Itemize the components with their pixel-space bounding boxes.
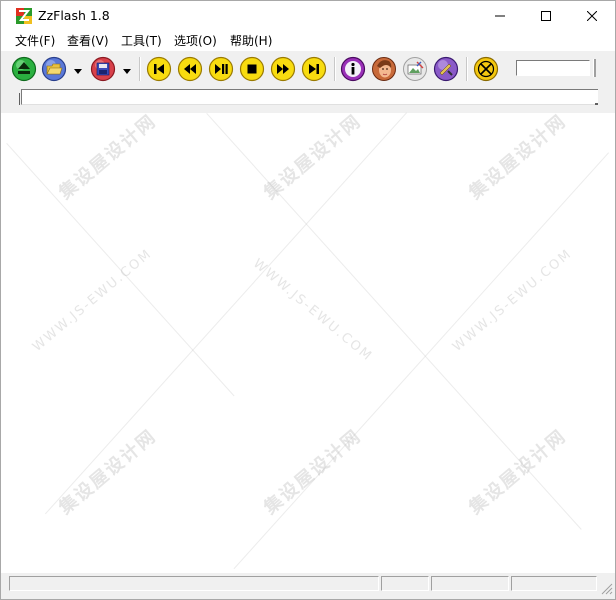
watermark-line [233, 152, 610, 570]
stop-button[interactable] [239, 56, 265, 82]
toolbar-separator [334, 57, 336, 81]
minimize-button[interactable] [477, 1, 523, 31]
save-dropdown-arrow[interactable] [122, 64, 132, 74]
watermark-text: 集设屋设计网 [465, 425, 571, 519]
maximize-button[interactable] [523, 1, 569, 31]
watermark-text: 集设屋设计网 [465, 110, 571, 204]
menu-tools[interactable]: 工具(T) [121, 33, 162, 49]
stop-icon [239, 56, 265, 82]
info-icon [340, 56, 366, 82]
skin-button[interactable] [371, 56, 397, 82]
next-track-icon [301, 56, 327, 82]
info-button[interactable] [340, 56, 366, 82]
volume-slider-end [593, 59, 596, 77]
app-window: ZzFlash 1.8 文件(F) 查看(V) 工具(T) 选项(O) 帮助(H… [0, 0, 616, 600]
watermark-text: 集设屋设计网 [260, 110, 366, 204]
minimize-icon [495, 15, 505, 17]
close-button[interactable] [569, 1, 615, 31]
watermark-url: WWW.JS-EWU.COM [249, 256, 376, 365]
capture-button[interactable] [402, 56, 428, 82]
toolbar [1, 51, 615, 87]
eject-icon [11, 56, 37, 82]
tools-button[interactable] [433, 56, 459, 82]
eject-button[interactable] [11, 56, 37, 82]
status-pane-3 [431, 576, 509, 591]
toolbar-separator [139, 57, 141, 81]
watermark-text: 集设屋设计网 [260, 425, 366, 519]
zzflash-app-icon [16, 8, 32, 24]
menu-bar: 文件(F) 查看(V) 工具(T) 选项(O) 帮助(H) [1, 31, 615, 51]
fast-forward-button[interactable] [270, 56, 296, 82]
menu-help[interactable]: 帮助(H) [230, 33, 272, 49]
status-pane-2 [381, 576, 429, 591]
previous-track-icon [146, 56, 172, 82]
previous-button[interactable] [146, 56, 172, 82]
capture-icon [403, 57, 427, 81]
seek-bar[interactable] [21, 89, 598, 105]
watermark-url: WWW.JS-EWU.COM [449, 246, 576, 355]
play-pause-button[interactable] [208, 56, 234, 82]
open-dropdown-arrow[interactable] [73, 64, 83, 74]
status-pane-4 [511, 576, 597, 591]
open-button[interactable] [41, 56, 67, 82]
menu-options[interactable]: 选项(O) [174, 33, 217, 49]
seek-bar-row [1, 87, 615, 113]
play-pause-icon [208, 56, 234, 82]
chevron-down-icon [74, 69, 82, 74]
menu-view[interactable]: 查看(V) [67, 33, 109, 49]
resize-grip-icon[interactable] [599, 581, 613, 595]
toolbar-separator [466, 57, 468, 81]
tools-icon [433, 56, 459, 82]
save-disk-icon [90, 56, 116, 82]
save-button[interactable] [90, 56, 116, 82]
watermark-text: 集设屋设计网 [55, 110, 161, 204]
watermark-text: 集设屋设计网 [55, 425, 161, 519]
seek-bar-end-tick [595, 103, 598, 105]
fullscreen-button[interactable] [473, 56, 499, 82]
open-folder-icon [41, 56, 67, 82]
chevron-down-icon [123, 69, 131, 74]
rewind-button[interactable] [177, 56, 203, 82]
next-button[interactable] [301, 56, 327, 82]
rewind-icon [177, 56, 203, 82]
player-content-area[interactable]: 集设屋设计网 集设屋设计网 集设屋设计网 集设屋设计网 集设屋设计网 集设屋设计… [6, 111, 610, 573]
seek-bar-start-tick [19, 93, 23, 105]
fullscreen-icon [473, 56, 499, 82]
status-pane-main [9, 576, 379, 591]
status-bar [1, 573, 615, 599]
face-icon [372, 57, 396, 81]
volume-slider[interactable] [516, 60, 590, 76]
fast-forward-icon [270, 56, 296, 82]
window-title: ZzFlash 1.8 [38, 8, 110, 23]
close-icon [587, 11, 597, 21]
maximize-icon [541, 11, 551, 21]
title-bar[interactable]: ZzFlash 1.8 [1, 1, 615, 31]
watermark-url: WWW.JS-EWU.COM [29, 246, 156, 355]
menu-file[interactable]: 文件(F) [15, 33, 55, 49]
